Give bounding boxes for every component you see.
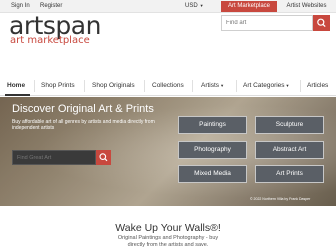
currency-select[interactable]: USD ▼ bbox=[185, 3, 204, 9]
nav-artists[interactable]: Artists▼ bbox=[201, 82, 224, 89]
search-input[interactable] bbox=[221, 15, 313, 31]
category-paintings-button[interactable]: Paintings bbox=[178, 116, 247, 134]
logo-tagline: art marketplace bbox=[10, 35, 90, 46]
promo-subtitle: Original Paintings and Photography - buy… bbox=[117, 235, 219, 248]
hero-banner: Discover Original Art & Prints Buy affor… bbox=[0, 97, 336, 206]
nav-divider bbox=[144, 80, 145, 92]
chevron-down-icon: ▼ bbox=[220, 83, 225, 88]
nav-art-categories-label: Art Categories bbox=[243, 82, 285, 89]
nav-shop-originals[interactable]: Shop Originals bbox=[92, 82, 135, 89]
nav-divider bbox=[300, 80, 301, 92]
nav-art-categories[interactable]: Art Categories▼ bbox=[243, 82, 290, 89]
nav-divider bbox=[192, 80, 193, 92]
nav-divider bbox=[34, 80, 35, 92]
chevron-down-icon: ▼ bbox=[285, 83, 290, 88]
nav-active-indicator bbox=[5, 94, 30, 96]
artist-websites-button[interactable]: Artist Websites bbox=[279, 1, 334, 12]
hero-search-button[interactable] bbox=[96, 150, 111, 165]
sign-in-link[interactable]: Sign In bbox=[11, 3, 30, 9]
nav-divider bbox=[236, 80, 237, 92]
search-icon bbox=[99, 153, 108, 162]
nav-divider bbox=[84, 80, 85, 92]
category-art-prints-button[interactable]: Art Prints bbox=[255, 165, 324, 183]
category-photography-button[interactable]: Photography bbox=[178, 141, 247, 159]
search-button[interactable] bbox=[313, 15, 330, 31]
hero-subtitle: Buy affordable art of all genres by arti… bbox=[12, 119, 155, 131]
currency-value: USD bbox=[185, 3, 198, 9]
page: Sign In Register USD ▼ Art Marketplace Ar… bbox=[0, 0, 336, 252]
nav-shop-prints[interactable]: Shop Prints bbox=[41, 82, 75, 89]
nav-home[interactable]: Home bbox=[7, 82, 25, 89]
main-nav: Home Shop Prints Shop Originals Collecti… bbox=[0, 76, 336, 96]
chevron-down-icon: ▼ bbox=[199, 3, 204, 8]
hero-title: Discover Original Art & Prints bbox=[12, 103, 154, 115]
nav-collections[interactable]: Collections bbox=[152, 82, 184, 89]
nav-artists-label: Artists bbox=[201, 82, 220, 89]
category-sculpture-button[interactable]: Sculpture bbox=[255, 116, 324, 134]
hero-search-input[interactable] bbox=[12, 150, 96, 165]
nav-articles[interactable]: Articles bbox=[307, 82, 328, 89]
search-icon bbox=[317, 18, 326, 28]
category-abstract-art-button[interactable]: Abstract Art bbox=[255, 141, 324, 159]
category-mixed-media-button[interactable]: Mixed Media bbox=[178, 165, 247, 183]
art-marketplace-button[interactable]: Art Marketplace bbox=[221, 1, 277, 12]
promo-tagline: Wake Up Your Walls®! bbox=[115, 222, 221, 234]
register-link[interactable]: Register bbox=[40, 3, 62, 9]
image-credit: © 2022 Northern Villa by Frank Dasper bbox=[250, 197, 311, 201]
